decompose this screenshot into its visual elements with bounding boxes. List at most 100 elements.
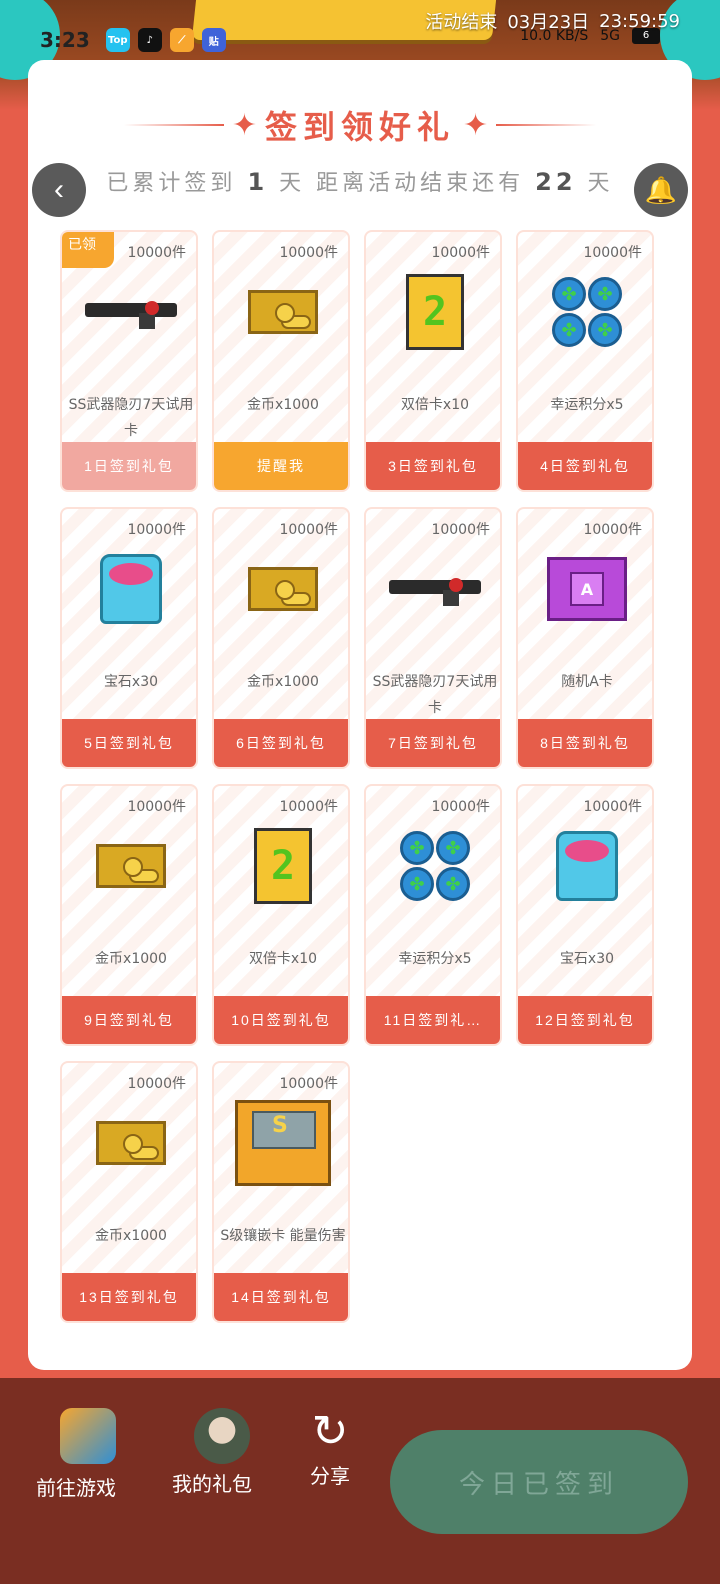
reward-quantity: 10000件 bbox=[431, 245, 490, 261]
reward-quantity: 10000件 bbox=[279, 1076, 338, 1092]
checkin-card: ✦ 签到领好礼 ✦ ‹ 已累计签到 1 天 距离活动结束还有 22 天 🔔 已领… bbox=[28, 60, 692, 1370]
reward-claim-button[interactable]: 提醒我 bbox=[214, 442, 348, 490]
title-divider-left bbox=[123, 124, 224, 126]
reward-name: 金币x1000 bbox=[247, 674, 319, 690]
reward-quantity: 10000件 bbox=[431, 799, 490, 815]
reward-claim-button[interactable]: 6日签到礼包 bbox=[214, 719, 348, 767]
info-mid: 天 距离活动结束还有 bbox=[279, 171, 525, 196]
reward-name: 宝石x30 bbox=[103, 674, 159, 690]
my-gifts-label: 我的礼包 bbox=[172, 1472, 252, 1496]
bell-icon[interactable]: 🔔 bbox=[634, 163, 688, 217]
gem-icon bbox=[537, 826, 637, 906]
reward-quantity: 10000件 bbox=[279, 245, 338, 261]
clover-icon: ✤ ✤ ✤ ✤ bbox=[537, 272, 637, 352]
reward-card: 10000件宝石x30 12日签到礼包 bbox=[516, 784, 654, 1046]
reward-claim-button[interactable]: 14日签到礼包 bbox=[214, 1273, 348, 1321]
reward-card: 10000件 2 双倍卡x10 10日签到礼包 bbox=[212, 784, 350, 1046]
reward-quantity: 10000件 bbox=[127, 1076, 186, 1092]
reward-name: SS武器隐刃7天试用卡 bbox=[68, 397, 194, 439]
reward-card: 10000件金币x1000 9日签到礼包 bbox=[60, 784, 198, 1046]
event-countdown: 活动结束 03月23日 23:59:59 bbox=[425, 8, 680, 34]
reward-card: 10000件 2 双倍卡x10 3日签到礼包 bbox=[364, 230, 502, 492]
reward-quantity: 10000件 bbox=[583, 799, 642, 815]
reward-quantity: 10000件 bbox=[127, 245, 186, 261]
reward-name: 双倍卡x10 bbox=[248, 951, 318, 967]
reward-name: 双倍卡x10 bbox=[400, 397, 470, 413]
reward-claim-button[interactable]: 7日签到礼包 bbox=[366, 719, 500, 767]
countdown-time: 23:59:59 bbox=[599, 10, 680, 32]
reward-name: 幸运积分x5 bbox=[550, 397, 624, 413]
countdown-label: 活动结束 bbox=[425, 12, 498, 33]
reward-card: 10000件 S级镶嵌卡 能量伤害 14日签到礼包 bbox=[212, 1061, 350, 1323]
clover-icon: ✤ ✤ ✤ ✤ bbox=[385, 826, 485, 906]
reward-name: SS武器隐刃7天试用卡 bbox=[372, 674, 498, 716]
reward-card: 10000件金币x1000 提醒我 bbox=[212, 230, 350, 492]
reward-name: 金币x1000 bbox=[247, 397, 319, 413]
gold-chest-icon bbox=[233, 272, 333, 352]
reward-card: 10000件金币x1000 6日签到礼包 bbox=[212, 507, 350, 769]
gold-chest-icon bbox=[81, 1103, 181, 1183]
info-suffix: 天 bbox=[587, 171, 614, 196]
checkin-button[interactable]: 今日已签到 bbox=[390, 1430, 688, 1534]
tieba-app-icon: 贴 bbox=[201, 28, 226, 52]
gold-chest-icon bbox=[233, 549, 333, 629]
reward-name: S级镶嵌卡 能量伤害 bbox=[220, 1228, 346, 1244]
signed-days: 1 bbox=[247, 168, 269, 196]
reward-card: 已领 10000件 SS武器隐刃7天试用卡 1日签到礼包 bbox=[60, 230, 198, 492]
share-label: 分享 bbox=[310, 1464, 350, 1488]
avatar bbox=[194, 1408, 250, 1464]
reward-card: 10000件 SS武器隐刃7天试用卡 7日签到礼包 bbox=[364, 507, 502, 769]
reward-quantity: 10000件 bbox=[279, 522, 338, 538]
my-gifts-button[interactable]: 我的礼包 bbox=[172, 1408, 252, 1504]
status-time: 3:23 bbox=[40, 28, 90, 52]
goto-game-button[interactable]: 前往游戏 bbox=[36, 1408, 116, 1508]
info-prefix: 已累计签到 bbox=[106, 171, 237, 196]
reward-quantity: 10000件 bbox=[127, 799, 186, 815]
tiktok-app-icon: ♪ bbox=[137, 28, 162, 52]
bottom-bar: 前往游戏 我的礼包 ↻ 分享 今日已签到 bbox=[0, 1378, 720, 1584]
reward-claim-button[interactable]: 5日签到礼包 bbox=[62, 719, 196, 767]
reward-claim-button[interactable]: 10日签到礼包 bbox=[214, 996, 348, 1044]
sparkle-icon: ✦ bbox=[463, 107, 489, 143]
goto-game-label: 前往游戏 bbox=[36, 1476, 116, 1500]
reward-card: 10000件 金币x1000 13日签到礼包 bbox=[60, 1061, 198, 1323]
reward-claim-button[interactable]: 11日签到礼… bbox=[366, 996, 500, 1044]
reward-claim-button[interactable]: 4日签到礼包 bbox=[518, 442, 652, 490]
reward-claim-button[interactable]: 12日签到礼包 bbox=[518, 996, 652, 1044]
game-icon bbox=[60, 1408, 116, 1464]
reward-claim-button[interactable]: 13日签到礼包 bbox=[62, 1273, 196, 1321]
countdown-date: 03月23日 bbox=[507, 12, 590, 33]
reward-quantity: 10000件 bbox=[279, 799, 338, 815]
reward-card: 10000件 A 随机A卡 8日签到礼包 bbox=[516, 507, 654, 769]
reward-claim-button[interactable]: 1日签到礼包 bbox=[62, 442, 196, 490]
share-icon: ↻ bbox=[311, 1406, 349, 1457]
reward-quantity: 10000件 bbox=[583, 245, 642, 261]
reward-claim-button[interactable]: 3日签到礼包 bbox=[366, 442, 500, 490]
reward-quantity: 10000件 bbox=[127, 522, 186, 538]
reward-card: 10000件 ✤ ✤ ✤ ✤ 幸运积分x5 4日签到礼包 bbox=[516, 230, 654, 492]
gold-chest-icon bbox=[81, 826, 181, 906]
gun-icon bbox=[81, 272, 181, 352]
reward-quantity: 10000件 bbox=[431, 522, 490, 538]
app-icon: ⟋ bbox=[169, 28, 194, 52]
reward-card: 10000件 ✤ ✤ ✤ ✤ 幸运积分x5 11日签到礼… bbox=[364, 784, 502, 1046]
reward-claim-button[interactable]: 8日签到礼包 bbox=[518, 719, 652, 767]
a-box-icon: A bbox=[537, 549, 637, 629]
reward-name: 宝石x30 bbox=[559, 951, 615, 967]
double-card-icon: 2 bbox=[233, 826, 333, 906]
title-row: ✦ 签到领好礼 ✦ bbox=[28, 100, 692, 150]
double-card-icon: 2 bbox=[385, 272, 485, 352]
reward-name: 随机A卡 bbox=[561, 674, 613, 690]
claimed-tag: 已领 bbox=[62, 232, 114, 268]
share-button[interactable]: ↻ 分享 bbox=[306, 1408, 354, 1496]
gem-icon bbox=[81, 549, 181, 629]
reward-card: 10000件宝石x30 5日签到礼包 bbox=[60, 507, 198, 769]
taptap-app-icon: Top bbox=[105, 28, 130, 52]
reward-quantity: 10000件 bbox=[583, 522, 642, 538]
reward-claim-button[interactable]: 9日签到礼包 bbox=[62, 996, 196, 1044]
gun-icon bbox=[385, 549, 485, 629]
checkin-info: 已累计签到 1 天 距离活动结束还有 22 天 bbox=[28, 165, 692, 205]
reward-name: 幸运积分x5 bbox=[398, 951, 472, 967]
reward-name: 金币x1000 bbox=[95, 951, 167, 967]
page-title: 签到领好礼 bbox=[264, 108, 455, 146]
